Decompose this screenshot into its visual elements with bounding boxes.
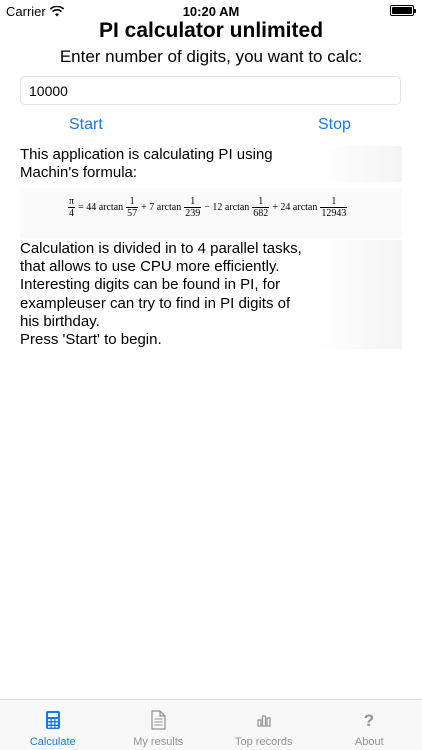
formula-fraction: π 4 [68, 196, 76, 219]
document-icon [151, 710, 166, 730]
start-button[interactable]: Start [69, 116, 103, 134]
tab-bar: Calculate My results Top records ? About [0, 699, 422, 750]
formula-term: + 24 arctan [272, 202, 318, 213]
formula-fraction: 1 682 [252, 196, 270, 219]
machin-formula: π 4 = 44 arctan 1 57 + 7 arctan 1 239 − … [20, 188, 402, 238]
tab-calculate[interactable]: Calculate [0, 700, 106, 750]
description-details: Calculation is divided in to 4 parallel … [20, 240, 402, 350]
formula-expression: π 4 = 44 arctan 1 57 + 7 arctan 1 239 − … [66, 196, 349, 219]
tab-top-records[interactable]: Top records [211, 700, 317, 750]
digits-prompt: Enter number of digits, you want to calc… [59, 47, 363, 66]
page-title: PI calculator unlimited [98, 19, 324, 42]
description-line: exampleuser can try to find in PI digits… [20, 294, 402, 313]
tab-label: About [354, 736, 384, 748]
battery-icon [390, 5, 416, 16]
bar-chart-icon [257, 715, 271, 727]
tab-my-results[interactable]: My results [106, 700, 212, 750]
formula-fraction: 1 239 [184, 196, 202, 219]
description-line: Machin's formula: [20, 164, 402, 183]
formula-fraction: 1 12943 [320, 196, 348, 219]
description-line: that allows to use CPU more efficiently. [20, 258, 402, 277]
digits-input[interactable] [20, 76, 401, 105]
tab-label: Top records [235, 736, 293, 748]
formula-term: + 7 arctan [141, 202, 182, 213]
tab-label: My results [133, 736, 184, 748]
status-time: 10:20 AM [182, 4, 240, 19]
svg-text:?: ? [364, 711, 374, 730]
formula-fraction: 1 57 [126, 196, 139, 219]
description-line: Press 'Start' to begin. [20, 331, 402, 350]
description-line: Interesting digits can be found in PI, f… [20, 276, 402, 295]
description-line: This application is calculating PI using [20, 146, 402, 165]
tab-about[interactable]: ? About [317, 700, 422, 750]
tab-label: Calculate [29, 736, 76, 748]
description-line: his birthday. [20, 312, 402, 332]
description-line: Calculation is divided in to 4 parallel … [20, 240, 402, 259]
calculator-icon [45, 711, 60, 729]
formula-term: − 12 arctan [204, 202, 250, 213]
question-icon: ? [364, 711, 374, 730]
description-intro: This application is calculating PI using… [20, 146, 402, 183]
stop-button[interactable]: Stop [318, 116, 351, 134]
formula-term: = 44 arctan [78, 202, 124, 213]
